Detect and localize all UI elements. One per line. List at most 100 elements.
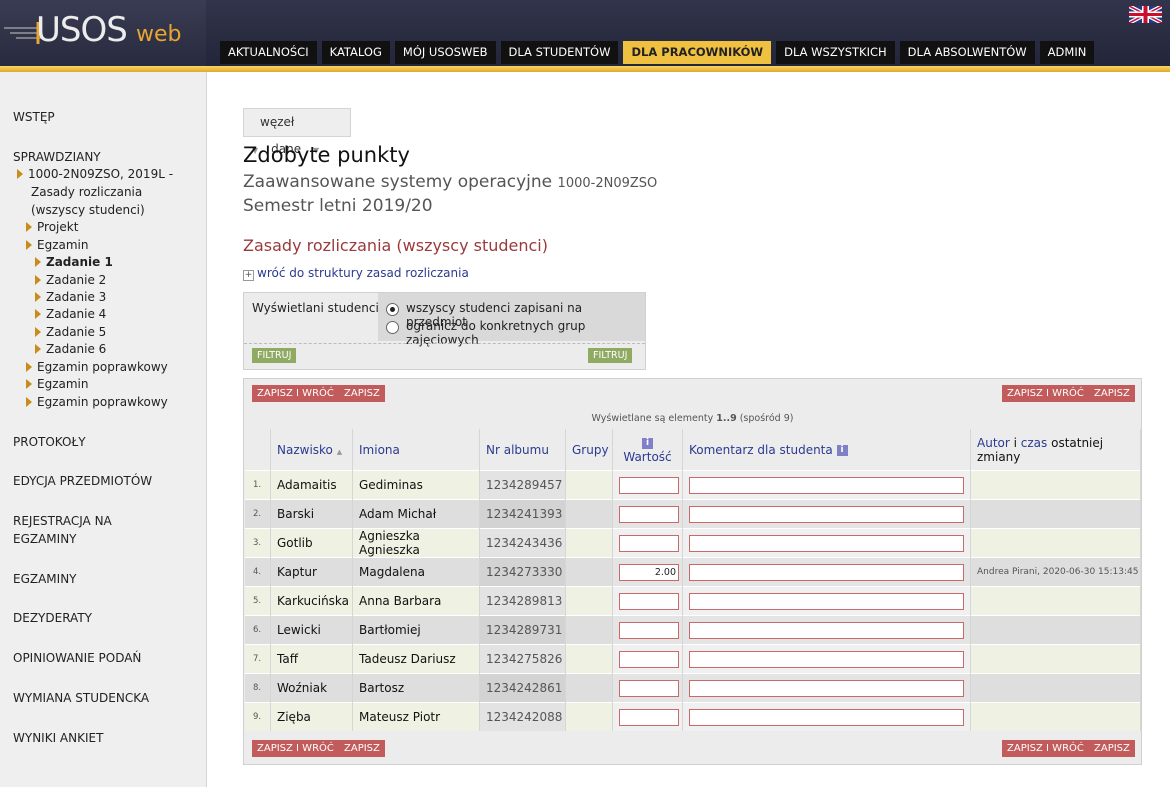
sidebar-item-dezyderaty[interactable]: DEZYDERATY <box>13 611 92 625</box>
sort-asc-icon: ▲ <box>336 447 343 456</box>
col-imiona[interactable]: Imiona <box>352 429 480 471</box>
comment-input[interactable] <box>689 476 964 494</box>
sidebar-item-label: Zadanie 4 <box>46 307 107 321</box>
sidebar-item-zadanie-3[interactable]: Zadanie 3 <box>35 290 106 304</box>
radio-groups[interactable] <box>386 321 399 334</box>
nav-katalog[interactable]: KATALOG <box>321 41 390 64</box>
sidebar-item-projekt[interactable]: Projekt <box>26 220 78 234</box>
col-grupy[interactable]: Grupy <box>565 429 613 471</box>
row-number: 5. <box>245 586 271 616</box>
cell-imiona: Magdalena <box>352 557 480 587</box>
save-button[interactable]: ZAPISZ <box>1089 385 1135 402</box>
sidebar-item-course[interactable]: 1000-2N09ZSO, 2019L - <box>17 167 173 181</box>
cell-grupy <box>565 673 613 703</box>
sidebar-item-zadanie-6[interactable]: Zadanie 6 <box>35 342 106 356</box>
cell-nazwisko: Zięba <box>270 702 353 731</box>
radio-all-students[interactable] <box>386 303 399 316</box>
sidebar-item-egzamin-2[interactable]: Egzamin <box>26 377 88 391</box>
comment-input[interactable] <box>689 708 964 726</box>
cell-wartosc <box>612 470 683 500</box>
value-input[interactable] <box>619 621 679 639</box>
sidebar-item-wymiana[interactable]: WYMIANA STUDENCKA <box>13 691 149 705</box>
save-button[interactable]: ZAPISZ <box>339 385 385 402</box>
nav-dla-pracownikow[interactable]: DLA PRACOWNIKÓW <box>623 41 772 64</box>
breadcrumb: węzeł ▼ dane ▼ <box>243 108 351 156</box>
sidebar-item-label: Zadanie 1 <box>46 255 113 269</box>
cell-album: 1234289731 <box>479 615 566 645</box>
sidebar-item-rejestracja[interactable]: REJESTRACJA NA <box>13 514 112 528</box>
info-icon[interactable]: i <box>642 437 653 449</box>
value-input[interactable] <box>619 650 679 668</box>
sidebar-item-protokoly[interactable]: PROTOKOŁY <box>13 435 86 449</box>
col-autor-link[interactable]: Autor <box>977 436 1010 450</box>
semester-heading: Semestr letni 2019/20 <box>243 196 433 216</box>
value-input[interactable] <box>619 534 679 552</box>
sidebar-item-zadanie-5[interactable]: Zadanie 5 <box>35 325 106 339</box>
save-and-back-button[interactable]: ZAPISZ I WRÓĆ <box>252 385 339 402</box>
col-czas-link[interactable]: czas <box>1021 436 1048 450</box>
table-row: 9. Zięba Mateusz Piotr 1234242088 <box>245 702 1141 731</box>
comment-input[interactable] <box>689 650 964 668</box>
page-title: Zdobyte punkty <box>243 143 410 167</box>
sidebar-item-rejestracja-line2[interactable]: EGZAMINY <box>13 532 77 546</box>
save-and-back-button[interactable]: ZAPISZ I WRÓĆ <box>1002 740 1089 757</box>
filter-button-right[interactable]: FILTRUJ <box>588 348 633 363</box>
english-flag-icon[interactable] <box>1129 6 1162 23</box>
nav-dla-absolwentow[interactable]: DLA ABSOLWENTÓW <box>899 41 1035 64</box>
section-heading: Zasady rozliczania (wszyscy studenci) <box>243 236 548 255</box>
sidebar-item-egzamin[interactable]: Egzamin <box>26 238 88 252</box>
save-and-back-button[interactable]: ZAPISZ I WRÓĆ <box>252 740 339 757</box>
sidebar-item-zadanie-2[interactable]: Zadanie 2 <box>35 273 106 287</box>
value-input[interactable]: 2.00 <box>619 563 679 581</box>
save-button[interactable]: ZAPISZ <box>339 740 385 757</box>
sidebar-item-egzaminy[interactable]: EGZAMINY <box>13 572 77 586</box>
nav-dla-studentow[interactable]: DLA STUDENTÓW <box>500 41 619 64</box>
value-input[interactable] <box>619 592 679 610</box>
logo[interactable]: USOS web <box>0 0 206 66</box>
comment-input[interactable] <box>689 679 964 697</box>
info-icon[interactable]: i <box>836 444 848 456</box>
comment-input[interactable] <box>689 621 964 639</box>
sidebar-item-label: Zadanie 5 <box>46 325 107 339</box>
back-link[interactable]: + wróć do struktury zasad rozliczania <box>243 266 469 281</box>
value-input[interactable] <box>619 679 679 697</box>
sidebar-item-egzamin-poprawkowy[interactable]: Egzamin poprawkowy <box>26 360 168 374</box>
nav-dla-wszystkich[interactable]: DLA WSZYSTKICH <box>776 41 895 64</box>
sidebar-item-wstep[interactable]: WSTĘP <box>13 110 55 124</box>
sidebar-course-label: 1000-2N09ZSO, 2019L - <box>28 167 174 181</box>
cell-grupy <box>565 557 613 587</box>
col-album[interactable]: Nr albumu <box>479 429 566 471</box>
sidebar-item-label: Zadanie 3 <box>46 290 107 304</box>
cell-imiona: Agnieszka Agnieszka <box>352 528 480 558</box>
col-nazwisko[interactable]: Nazwisko ▲ <box>270 429 353 471</box>
value-input[interactable] <box>619 505 679 523</box>
row-number: 4. <box>245 557 271 587</box>
sidebar-item-zadanie-4[interactable]: Zadanie 4 <box>35 307 106 321</box>
comment-input[interactable] <box>689 505 964 523</box>
nav-moj-usosweb[interactable]: MÓJ USOSWEB <box>394 41 496 64</box>
grades-panel: ZAPISZ I WRÓĆ ZAPISZ ZAPISZ I WRÓĆ ZAPIS… <box>243 378 1142 765</box>
col-wartosc[interactable]: i Wartość <box>612 429 683 471</box>
sidebar-course-line3[interactable]: (wszyscy studenci) <box>31 203 145 217</box>
sidebar-item-wyniki[interactable]: WYNIKI ANKIET <box>13 731 103 745</box>
nav-admin[interactable]: ADMIN <box>1039 41 1095 64</box>
comment-input[interactable] <box>689 534 964 552</box>
sidebar-item-edycja[interactable]: EDYCJA PRZEDMIOTÓW <box>13 474 152 488</box>
cell-audit <box>970 499 1141 529</box>
sidebar-item-sprawdziany[interactable]: SPRAWDZIANY <box>13 150 101 164</box>
sidebar-item-egzamin-poprawkowy-2[interactable]: Egzamin poprawkowy <box>26 395 168 409</box>
save-button[interactable]: ZAPISZ <box>1089 740 1135 757</box>
tree-arrow-icon <box>35 327 41 337</box>
course-heading[interactable]: Zaawansowane systemy operacyjne 1000-2N0… <box>243 172 657 192</box>
comment-input[interactable] <box>689 563 964 581</box>
value-input[interactable] <box>619 476 679 494</box>
sidebar-item-zadanie-1[interactable]: Zadanie 1 <box>35 255 113 269</box>
nav-aktualnosci[interactable]: AKTUALNOŚCI <box>220 41 317 64</box>
comment-input[interactable] <box>689 592 964 610</box>
value-input[interactable] <box>619 708 679 726</box>
sidebar-item-opiniowanie[interactable]: OPINIOWANIE PODAŃ <box>13 651 141 665</box>
filter-button-left[interactable]: FILTRUJ <box>252 348 297 363</box>
sidebar-course-line2[interactable]: Zasady rozliczania <box>31 185 142 199</box>
save-and-back-button[interactable]: ZAPISZ I WRÓĆ <box>1002 385 1089 402</box>
cell-nazwisko: Karkucińska <box>270 586 353 616</box>
